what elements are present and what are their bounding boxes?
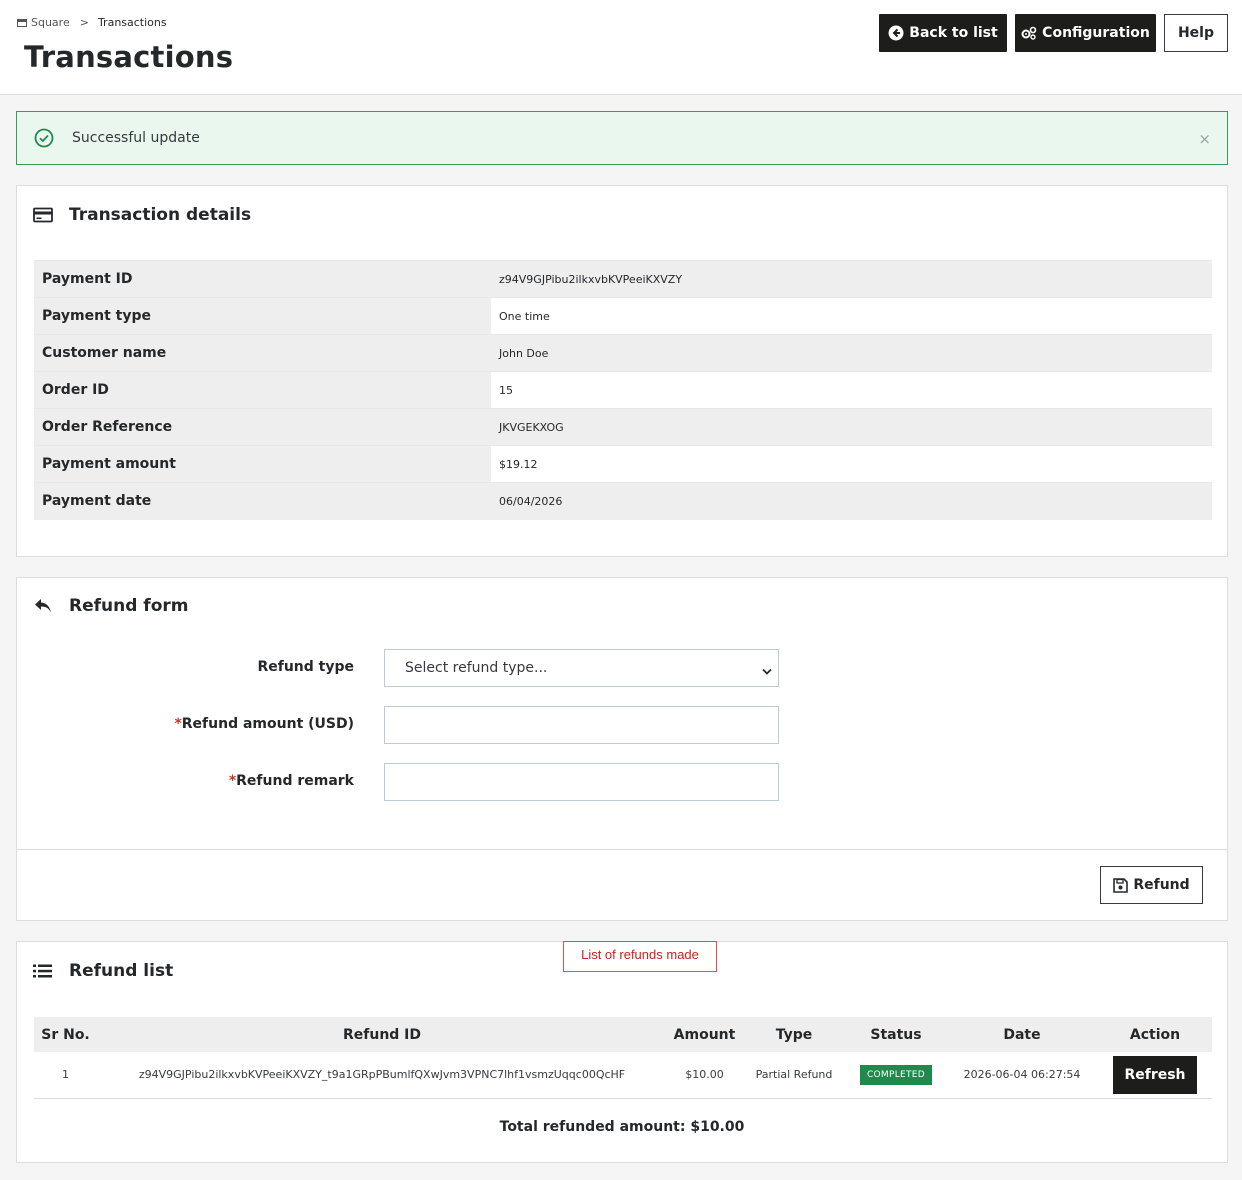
refund-remark-label: *Refund remark xyxy=(229,773,354,789)
form-footer-divider xyxy=(17,849,1227,850)
breadcrumb-root-link[interactable]: Square xyxy=(31,16,70,29)
configuration-label: Configuration xyxy=(1042,25,1150,41)
details-value: One time xyxy=(491,297,1212,335)
table-row: 1 z94V9GJPibu2ilkxvbKVPeeiKXVZY_t9a1GRpPB… xyxy=(34,1052,1212,1099)
refund-remark-row: *Refund remark xyxy=(17,763,1227,801)
details-row: Order ID 15 xyxy=(34,371,1212,409)
details-label: Payment amount xyxy=(34,445,491,483)
details-label: Payment date xyxy=(34,482,491,520)
transaction-details-title: Transaction details xyxy=(33,205,251,225)
refund-remark-input[interactable] xyxy=(384,763,779,801)
help-label: Help xyxy=(1177,25,1215,41)
refund-list-table: Sr No. Refund ID Amount Type Status Date Actio… xyxy=(34,1017,1212,1099)
column-header: Refund ID xyxy=(97,1017,667,1052)
refund-amount-label: *Refund amount (USD) xyxy=(174,716,354,732)
total-refunded: Total refunded amount: $10.00 xyxy=(499,1119,745,1135)
refund-id-cell: z94V9GJPibu2ilkxvbKVPeeiKXVZY_t9a1GRpPBu… xyxy=(97,1052,667,1099)
reply-arrow-icon xyxy=(33,597,55,615)
configuration-button[interactable]: Configuration xyxy=(1015,14,1156,52)
action-cell: Refresh xyxy=(1098,1052,1212,1099)
refund-type-row: Refund type Select refund type... xyxy=(17,649,1227,687)
list-icon xyxy=(33,964,55,978)
refund-list-heading: Refund list xyxy=(69,961,174,981)
check-circle-icon xyxy=(34,128,54,148)
column-header: Action xyxy=(1098,1017,1212,1052)
details-value: $19.12 xyxy=(491,445,1212,483)
back-to-list-button[interactable]: Back to list xyxy=(879,14,1007,52)
details-value: 06/04/2026 xyxy=(491,482,1212,520)
column-header: Sr No. xyxy=(34,1017,97,1052)
details-row: Payment ID z94V9GJPibu2ilkxvbKVPeeiKXVZY xyxy=(34,260,1212,298)
amount-cell: $10.00 xyxy=(667,1052,742,1099)
refund-amount-input[interactable] xyxy=(384,706,779,744)
details-value: John Doe xyxy=(491,334,1212,372)
refund-table-header: Sr No. Refund ID Amount Type Status Date Actio… xyxy=(34,1017,1212,1052)
back-to-list-label: Back to list xyxy=(909,25,998,41)
refund-remark-label-text: Refund remark xyxy=(236,773,354,789)
annotation-callout: List of refunds made xyxy=(563,941,717,972)
details-row: Payment amount $19.12 xyxy=(34,445,1212,483)
details-row: Payment date 06/04/2026 xyxy=(34,482,1212,520)
details-row: Order Reference JKVGEKXOG xyxy=(34,408,1212,446)
refund-submit-button[interactable]: Refund xyxy=(1100,866,1203,904)
details-label: Order ID xyxy=(34,371,491,409)
column-header: Amount xyxy=(667,1017,742,1052)
details-label: Payment ID xyxy=(34,260,491,298)
breadcrumb: Square > Transactions xyxy=(17,16,167,29)
refund-list-title: Refund list xyxy=(33,961,173,981)
details-label: Order Reference xyxy=(34,408,491,446)
sr-no-cell: 1 xyxy=(34,1052,97,1099)
details-row: Payment type One time xyxy=(34,297,1212,335)
chevron-down-icon xyxy=(762,664,772,680)
required-mark: * xyxy=(174,716,182,732)
store-icon xyxy=(17,18,27,27)
column-header: Status xyxy=(846,1017,946,1052)
breadcrumb-current: Transactions xyxy=(97,16,167,29)
refund-amount-label-text: Refund amount (USD) xyxy=(181,716,354,732)
page-header: Square > Transactions Transactions Back … xyxy=(0,0,1242,95)
alert-message: Successful update xyxy=(72,130,200,146)
details-row: Customer name John Doe xyxy=(34,334,1212,372)
breadcrumb-separator: > xyxy=(79,16,89,29)
refund-list-card: Refund list Sr No. Refund ID Amount Type Sta… xyxy=(16,941,1228,1163)
refund-submit-label: Refund xyxy=(1133,877,1190,893)
refund-type-select[interactable]: Select refund type... xyxy=(384,649,779,687)
arrow-left-circle-icon xyxy=(888,25,904,41)
success-alert: Successful update × xyxy=(16,111,1228,165)
close-icon[interactable]: × xyxy=(1198,130,1211,148)
refund-amount-row: *Refund amount (USD) xyxy=(17,706,1227,744)
refund-form-card: Refund form Refund type Select refund ty… xyxy=(16,577,1228,921)
type-cell: Partial Refund xyxy=(742,1052,846,1099)
gears-icon xyxy=(1021,26,1037,40)
refund-form-heading: Refund form xyxy=(69,596,189,616)
page-title: Transactions xyxy=(24,40,234,74)
credit-card-icon xyxy=(33,207,55,223)
transaction-details-card: Transaction details Payment ID z94V9GJPib… xyxy=(16,185,1228,557)
transaction-details-table: Payment ID z94V9GJPibu2ilkxvbKVPeeiKXVZY P… xyxy=(34,260,1212,520)
date-cell: 2026-06-04 06:27:54 xyxy=(946,1052,1098,1099)
status-cell: COMPLETED xyxy=(846,1052,946,1099)
details-label: Payment type xyxy=(34,297,491,335)
refund-form-title: Refund form xyxy=(33,596,188,616)
transaction-details-heading: Transaction details xyxy=(69,205,252,225)
details-label: Customer name xyxy=(34,334,491,372)
details-value: 15 xyxy=(491,371,1212,409)
details-value: z94V9GJPibu2ilkxvbKVPeeiKXVZY xyxy=(491,260,1212,298)
refund-type-label: Refund type xyxy=(257,659,354,675)
refresh-button[interactable]: Refresh xyxy=(1113,1055,1197,1094)
help-button[interactable]: Help xyxy=(1164,14,1228,52)
column-header: Date xyxy=(946,1017,1098,1052)
status-badge: COMPLETED xyxy=(859,1064,933,1085)
details-value: JKVGEKXOG xyxy=(491,408,1212,446)
column-header: Type xyxy=(742,1017,846,1052)
refund-type-selected: Select refund type... xyxy=(405,660,548,676)
save-icon xyxy=(1113,877,1129,893)
